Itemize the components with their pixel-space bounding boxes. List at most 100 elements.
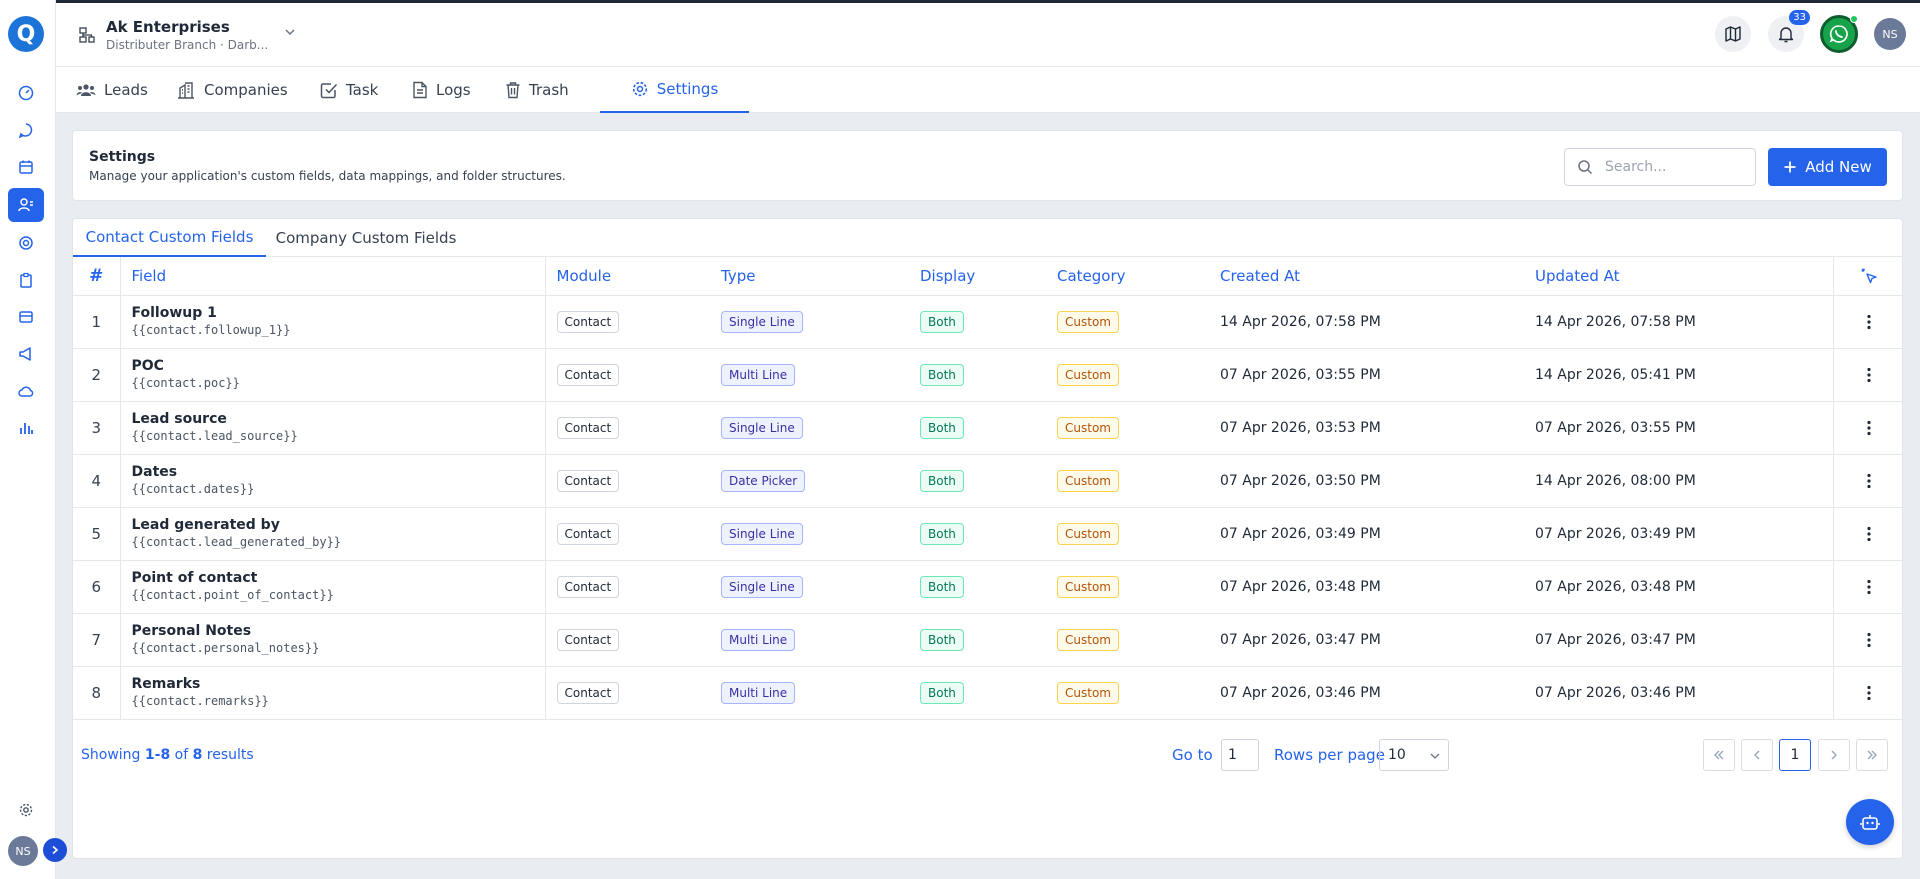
field-name: Point of contact: [131, 570, 258, 586]
first-page-button[interactable]: [1703, 739, 1735, 771]
table-row[interactable]: 5 Lead generated by {{contact.lead_generat…: [73, 507, 1904, 561]
tab-trash[interactable]: Trash: [505, 67, 569, 113]
settings-gear-icon[interactable]: [8, 793, 44, 827]
table-row[interactable]: 4 Dates {{contact.dates}} Contact Date Picke…: [73, 454, 1904, 508]
table-row[interactable]: 1 Followup 1 {{contact.followup_1}} Contact…: [73, 295, 1904, 349]
card-icon[interactable]: [8, 300, 44, 334]
category-badge: Custom: [1057, 681, 1119, 704]
row-actions-button[interactable]: [1832, 401, 1904, 455]
col-header-number[interactable]: #: [73, 257, 121, 296]
field-key: {{contact.point_of_contact}}: [131, 588, 334, 602]
row-number: 2: [73, 348, 121, 402]
col-header-created-at[interactable]: Created At: [1209, 257, 1524, 296]
type-cell: Single Line: [710, 560, 909, 614]
tab-settings[interactable]: Settings: [600, 67, 749, 113]
updated-at: 07 Apr 2026, 03:48 PM: [1524, 560, 1833, 614]
user-avatar[interactable]: NS: [1874, 18, 1906, 50]
chevron-right-icon: [1831, 750, 1837, 760]
module-badge: Contact: [556, 575, 620, 598]
tab-companies[interactable]: Companies: [176, 67, 288, 113]
field-cell: POC {{contact.poc}}: [120, 348, 546, 402]
module-cell: Contact: [545, 454, 710, 508]
whatsapp-button[interactable]: [1820, 15, 1858, 53]
row-actions-button[interactable]: [1832, 348, 1904, 402]
table-row[interactable]: 3 Lead source {{contact.lead_source}} Conta…: [73, 401, 1904, 455]
col-header-field[interactable]: Field: [120, 257, 546, 296]
tab-contact-custom-fields[interactable]: Contact Custom Fields: [73, 219, 266, 257]
row-actions-button[interactable]: [1832, 613, 1904, 667]
type-cell: Multi Line: [710, 348, 909, 402]
org-switcher[interactable]: Ak Enterprises Distributer Branch · Darb…: [78, 17, 296, 53]
row-number: 6: [73, 560, 121, 614]
type-badge: Single Line: [721, 522, 803, 545]
updated-at: 07 Apr 2026, 03:46 PM: [1524, 666, 1833, 720]
notifications-button[interactable]: 33: [1768, 10, 1810, 52]
table-row[interactable]: 2 POC {{contact.poc}} Contact Multi Line Both…: [73, 348, 1904, 402]
contacts-icon[interactable]: [8, 188, 44, 222]
chatbot-button[interactable]: [1846, 799, 1894, 845]
add-new-button[interactable]: Add New: [1768, 148, 1887, 186]
type-badge: Single Line: [721, 416, 803, 439]
updated-at: 07 Apr 2026, 03:55 PM: [1524, 401, 1833, 455]
settings-header-card: Settings Manage your application's custo…: [72, 130, 1903, 201]
field-name: Remarks: [131, 676, 201, 692]
tab-task[interactable]: Task: [320, 67, 378, 113]
chevrons-right-icon: [1867, 750, 1877, 760]
chevron-right-icon: [52, 845, 59, 855]
page-number-button[interactable]: 1: [1779, 739, 1811, 771]
col-header-display[interactable]: Display: [909, 257, 1046, 296]
field-key: {{contact.lead_source}}: [131, 429, 298, 443]
updated-at: 14 Apr 2026, 07:58 PM: [1524, 295, 1833, 349]
map-button[interactable]: [1715, 16, 1751, 52]
row-actions-button[interactable]: [1832, 454, 1904, 508]
goto-page-input[interactable]: 1: [1221, 739, 1259, 771]
megaphone-icon[interactable]: [8, 337, 44, 371]
row-actions-button[interactable]: [1832, 295, 1904, 349]
row-actions-button[interactable]: [1832, 560, 1904, 614]
cloud-icon[interactable]: [8, 374, 44, 408]
org-chart-icon: [79, 27, 95, 43]
last-page-button[interactable]: [1856, 739, 1888, 771]
target-icon[interactable]: [8, 226, 44, 260]
app-logo[interactable]: Q: [8, 16, 44, 52]
module-cell: Contact: [545, 348, 710, 402]
row-number: 7: [73, 613, 121, 667]
chevron-left-icon: [1754, 750, 1760, 760]
prev-page-button[interactable]: [1741, 739, 1773, 771]
tab-leads[interactable]: Leads: [76, 67, 148, 113]
rail-avatar[interactable]: NS: [8, 836, 38, 866]
col-header-type[interactable]: Type: [710, 257, 909, 296]
table-row[interactable]: 7 Personal Notes {{contact.personal_notes}…: [73, 613, 1904, 667]
next-page-button[interactable]: [1818, 739, 1850, 771]
clipboard-icon[interactable]: [8, 263, 44, 297]
display-cell: Both: [909, 454, 1046, 508]
whatsapp-icon: [1829, 25, 1848, 43]
building-icon: [178, 82, 194, 99]
col-header-module[interactable]: Module: [545, 257, 710, 296]
category-badge: Custom: [1057, 310, 1119, 333]
category-badge: Custom: [1057, 469, 1119, 492]
expand-sidebar-button[interactable]: [43, 838, 67, 862]
module-badge: Contact: [556, 681, 620, 704]
gauge-icon[interactable]: [8, 76, 44, 110]
notification-badge: 33: [1789, 10, 1810, 25]
col-header-category[interactable]: Category: [1046, 257, 1209, 296]
tab-company-custom-fields[interactable]: Company Custom Fields: [266, 219, 466, 257]
table-row[interactable]: 6 Point of contact {{contact.point_of_cont…: [73, 560, 1904, 614]
map-icon: [1725, 26, 1741, 42]
column-settings-button[interactable]: [1832, 257, 1904, 296]
rows-per-page-select[interactable]: 10: [1379, 739, 1449, 771]
col-header-updated-at[interactable]: Updated At: [1524, 257, 1833, 296]
bar-chart-icon[interactable]: [8, 411, 44, 445]
type-badge: Multi Line: [721, 681, 796, 704]
display-badge: Both: [920, 416, 964, 439]
field-cell: Personal Notes {{contact.personal_notes}}: [120, 613, 546, 667]
field-name: Personal Notes: [131, 623, 252, 639]
tab-logs[interactable]: Logs: [412, 67, 471, 113]
chat-icon[interactable]: [8, 113, 44, 147]
row-actions-button[interactable]: [1832, 507, 1904, 561]
row-actions-button[interactable]: [1832, 666, 1904, 720]
table-row[interactable]: 8 Remarks {{contact.remarks}} Contact Multi …: [73, 666, 1904, 720]
search-input[interactable]: Search...: [1564, 148, 1756, 186]
calendar-icon[interactable]: [8, 150, 44, 184]
